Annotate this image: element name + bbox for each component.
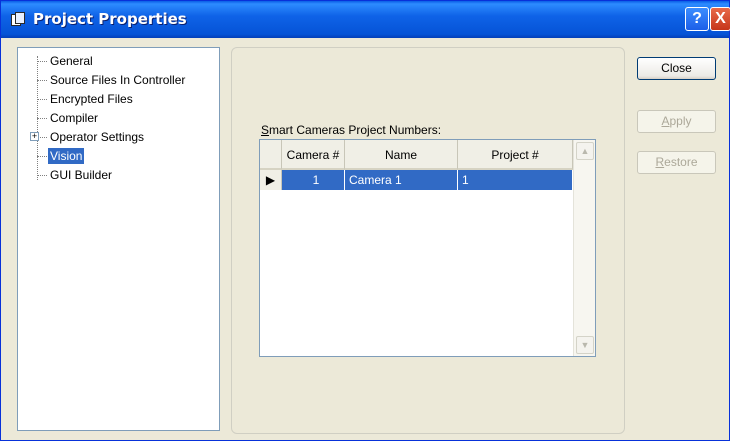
vertical-scrollbar[interactable]: ▲ ▼ — [573, 140, 595, 356]
tree-item-label: Encrypted Files — [50, 92, 133, 106]
cell-camera-number[interactable]: 1 — [282, 170, 345, 190]
tree-item-label: Source Files In Controller — [50, 73, 186, 87]
tree-item-label: Operator Settings — [50, 130, 145, 144]
cell-project-number[interactable]: 1 — [458, 170, 573, 190]
restore-label: estore — [664, 155, 698, 169]
row-pointer-icon: ▶ — [260, 170, 282, 190]
close-window-button[interactable]: X — [710, 7, 730, 31]
tree-item-label: GUI Builder — [50, 168, 113, 182]
apply-label: pply — [669, 114, 692, 128]
label-text: mart Cameras Project Numbers: — [269, 123, 442, 137]
apply-button[interactable]: Apply — [637, 110, 716, 133]
tree-item-label: Compiler — [50, 111, 99, 125]
smart-cameras-grid[interactable]: Camera # Name Project # ▶ 1 Camera 1 1 ▲… — [259, 139, 596, 357]
column-header-name[interactable]: Name — [345, 140, 458, 170]
restore-mnemonic: R — [655, 155, 665, 169]
cell-camera-name[interactable]: Camera 1 — [345, 170, 458, 190]
project-properties-icon — [11, 12, 25, 26]
expand-icon[interactable]: + — [30, 132, 39, 141]
settings-tree[interactable]: General Source Files In Controller Encry… — [17, 47, 220, 431]
tree-item-label: General — [50, 54, 93, 68]
smart-cameras-grid-label: Smart Cameras Project Numbers: — [261, 123, 441, 137]
project-properties-window: Project Properties ? X General Source Fi… — [0, 0, 730, 441]
apply-mnemonic: A — [661, 114, 670, 128]
window-title: Project Properties — [33, 10, 187, 28]
title-bar[interactable]: Project Properties ? X — [1, 1, 730, 38]
row-header-corner — [260, 140, 282, 170]
table-row[interactable]: ▶ 1 Camera 1 1 — [260, 170, 573, 190]
scroll-up-icon[interactable]: ▲ — [576, 142, 594, 160]
tree-item-label: Vision — [48, 148, 85, 164]
scroll-down-icon[interactable]: ▼ — [576, 336, 594, 354]
column-header-camera[interactable]: Camera # — [282, 140, 345, 170]
label-mnemonic: S — [261, 123, 270, 137]
help-button[interactable]: ? — [685, 7, 709, 31]
close-button[interactable]: Close — [637, 57, 716, 80]
restore-button[interactable]: Restore — [637, 151, 716, 174]
column-header-project[interactable]: Project # — [458, 140, 573, 170]
